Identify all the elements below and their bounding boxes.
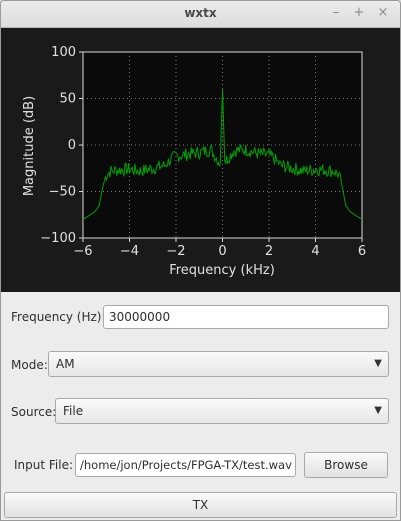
y-tick-label: 50 bbox=[59, 92, 76, 107]
input-file-path[interactable]: /home/jon/Projects/FPGA-TX/test.wav bbox=[75, 453, 296, 477]
frequency-input[interactable]: 30000000 bbox=[103, 305, 389, 329]
x-tick-label: 2 bbox=[265, 244, 273, 259]
browse-button[interactable]: Browse bbox=[304, 452, 388, 478]
x-tick-label: 0 bbox=[218, 244, 226, 259]
maximize-icon[interactable]: + bbox=[351, 5, 367, 21]
x-axis-label: Frequency (kHz) bbox=[169, 263, 275, 278]
minimize-icon[interactable]: – bbox=[328, 5, 344, 21]
x-axis-ticks: −6 −4 −2 0 2 4 6 bbox=[73, 238, 366, 259]
chevron-down-icon: ▼ bbox=[374, 358, 382, 369]
x-tick-label: −4 bbox=[120, 244, 139, 259]
y-axis-ticks: 100 50 0 −50 −100 bbox=[40, 45, 83, 246]
x-tick-label: 6 bbox=[358, 244, 366, 259]
y-tick-label: −50 bbox=[49, 185, 76, 200]
app-window: wxtx – + × 100 50 0 −50 −100 −6 −4 −2 0 2 4 6 Magn… bbox=[0, 0, 401, 521]
mode-label: Mode: bbox=[11, 358, 48, 372]
close-icon[interactable]: × bbox=[375, 5, 391, 21]
mode-value: AM bbox=[56, 357, 75, 371]
source-value: File bbox=[63, 404, 84, 418]
x-tick-label: −2 bbox=[166, 244, 185, 259]
chevron-down-icon: ▼ bbox=[374, 405, 382, 416]
y-tick-label: −100 bbox=[40, 231, 76, 246]
x-tick-label: 4 bbox=[311, 244, 319, 259]
y-tick-label: 100 bbox=[51, 45, 76, 60]
spectrum-chart: 100500−50−100 −6 −4 −2 0 2 4 6 Magnitude (dB) … bbox=[22, 45, 366, 278]
mode-select[interactable]: AM ▼ bbox=[48, 351, 389, 377]
frequency-label: Frequency (Hz): bbox=[11, 310, 106, 324]
x-tick-label: −6 bbox=[73, 244, 92, 259]
source-select[interactable]: File ▼ bbox=[55, 398, 389, 424]
spectrum-plot: 100 50 0 −50 −100 −6 −4 −2 0 2 4 6 Magnitude (dB) … bbox=[1, 28, 400, 292]
input-file-label: Input File: bbox=[14, 458, 74, 472]
title-bar: wxtx – + × bbox=[1, 1, 400, 28]
tx-button[interactable]: TX bbox=[4, 492, 397, 518]
y-axis-label: Magnitude (dB) bbox=[22, 96, 37, 196]
source-label: Source: bbox=[11, 405, 57, 419]
y-tick-label: 0 bbox=[68, 138, 76, 153]
